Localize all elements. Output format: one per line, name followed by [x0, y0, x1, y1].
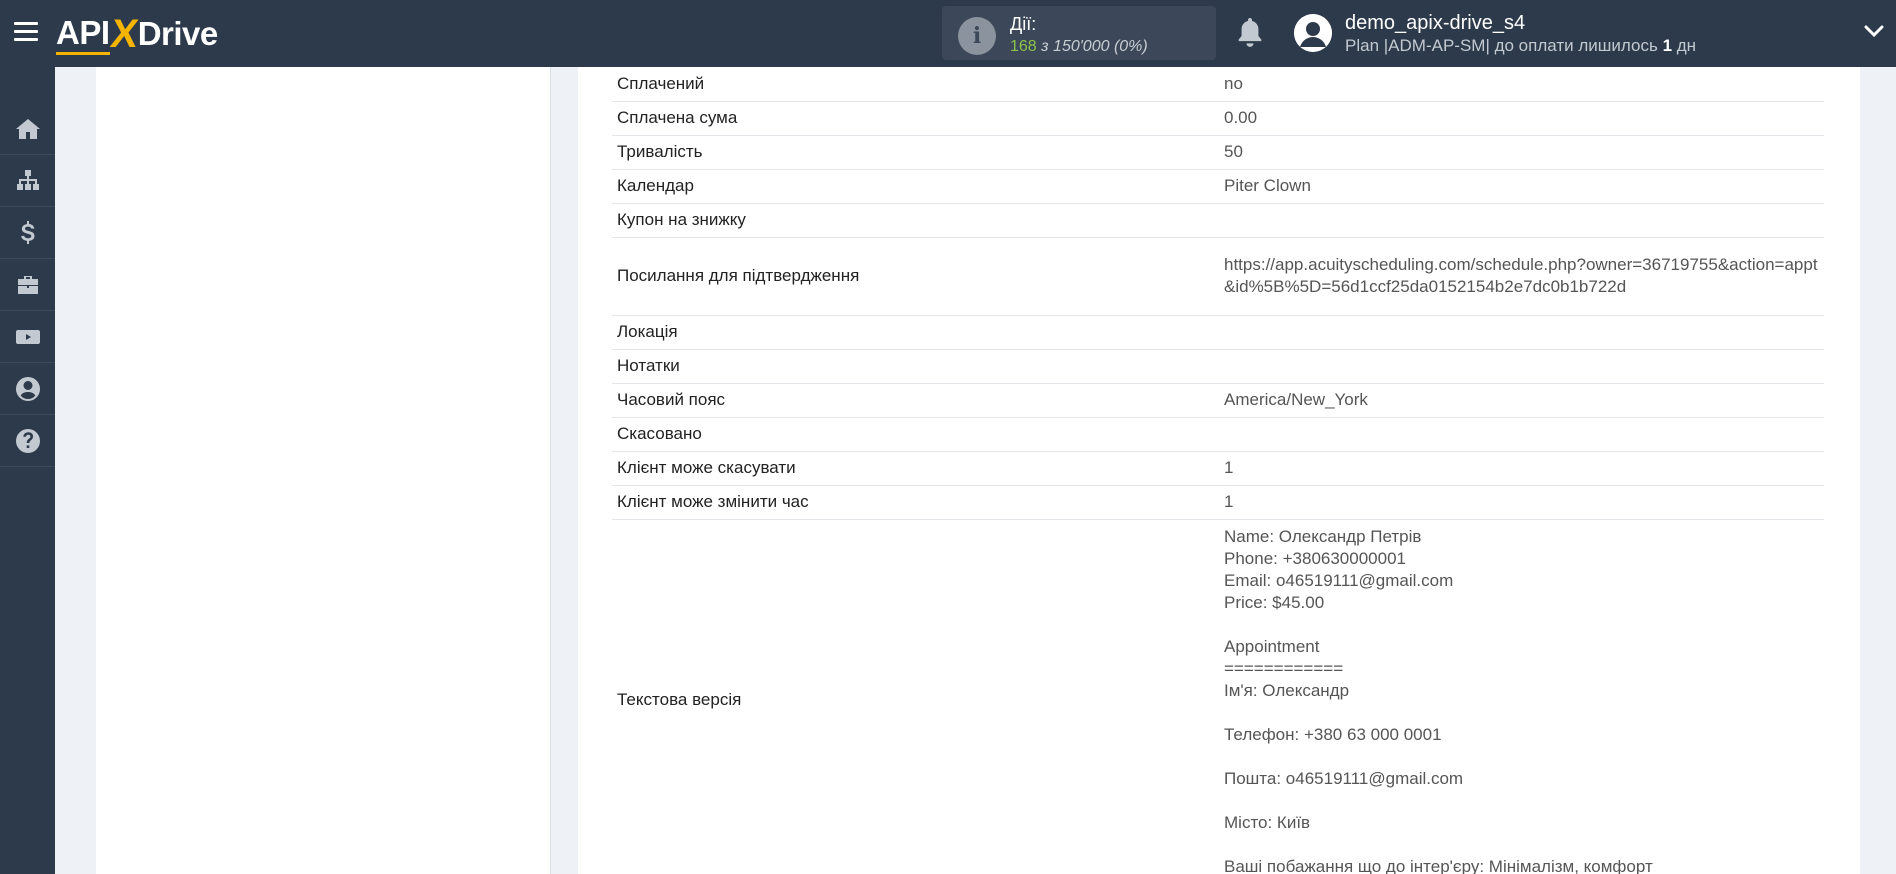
table-row: Тривалість 50 — [612, 135, 1824, 170]
chevron-down-icon[interactable] — [1864, 24, 1884, 38]
table-row: Посилання для підтвердження https://app.… — [612, 237, 1824, 316]
table-row: Скасовано — [612, 417, 1824, 452]
sidebar-item-services[interactable] — [0, 259, 55, 311]
field-value: no — [1218, 67, 1824, 102]
table-row: Сплачений no — [612, 67, 1824, 102]
field-key: Скасовано — [612, 417, 1218, 452]
field-key: Сплачена сума — [612, 101, 1218, 136]
sidebar-item-connections[interactable] — [0, 155, 55, 207]
field-key: Текстова версія — [612, 519, 1218, 874]
field-value — [1218, 315, 1824, 350]
field-key: Клієнт може змінити час — [612, 485, 1218, 520]
sidebar-item-profile[interactable] — [0, 363, 55, 415]
youtube-icon — [15, 329, 40, 344]
info-icon: i — [958, 17, 996, 55]
avatar[interactable] — [1294, 14, 1332, 52]
table-row: Текстова версія Name: Олександр Петрів P… — [612, 519, 1824, 874]
actions-count: 168 з 150'000 (0%) — [1010, 38, 1148, 55]
field-value: 0.00 — [1218, 101, 1824, 136]
sidebar-item-help[interactable] — [0, 415, 55, 467]
apix-drive-logo[interactable]: API X Drive — [56, 12, 218, 56]
field-key: Календар — [612, 169, 1218, 204]
menu-icon[interactable] — [14, 22, 38, 42]
data-table: Сплачений no Сплачена сума 0.00 Триваліс… — [612, 67, 1824, 874]
field-key: Купон на знижку — [612, 203, 1218, 238]
field-value: 1 — [1218, 485, 1824, 520]
field-value: https://app.acuityscheduling.com/schedul… — [1218, 237, 1824, 316]
field-value: 50 — [1218, 135, 1824, 170]
table-row: Календар Piter Clown — [612, 169, 1824, 204]
field-value — [1218, 203, 1824, 238]
field-key: Локація — [612, 315, 1218, 350]
data-preview-card: Сплачений no Сплачена сума 0.00 Триваліс… — [578, 67, 1860, 874]
actions-counter: i Дії: 168 з 150'000 (0%) — [942, 6, 1216, 60]
plan-info: Plan |ADM-AP-SM| до оплати лишилось 1 дн — [1345, 36, 1697, 55]
user-icon — [15, 376, 40, 401]
sidebar-item-home[interactable] — [0, 103, 55, 155]
table-row: Локація — [612, 315, 1824, 350]
field-value — [1218, 349, 1824, 384]
field-value: America/New_York — [1218, 383, 1824, 418]
table-row: Клієнт може скасувати 1 — [612, 451, 1824, 486]
sidebar-item-billing[interactable] — [0, 207, 55, 259]
field-key: Сплачений — [612, 67, 1218, 102]
dollar-icon — [20, 220, 34, 244]
sitemap-icon — [16, 169, 39, 190]
table-row: Нотатки — [612, 349, 1824, 384]
field-key: Клієнт може скасувати — [612, 451, 1218, 486]
field-key: Тривалість — [612, 135, 1218, 170]
top-bar: API X Drive i Дії: 168 з 150'000 (0%) demo… — [0, 0, 1896, 67]
username[interactable]: demo_apix-drive_s4 — [1345, 12, 1525, 35]
table-row: Клієнт може змінити час 1 — [612, 485, 1824, 520]
table-row: Купон на знижку — [612, 203, 1824, 238]
home-icon — [15, 118, 40, 139]
briefcase-icon — [17, 275, 38, 294]
field-key: Часовий пояс — [612, 383, 1218, 418]
field-key: Посилання для підтвердження — [612, 237, 1218, 316]
field-value: Piter Clown — [1218, 169, 1824, 204]
field-value — [1218, 417, 1824, 452]
help-icon — [15, 428, 40, 453]
sidebar-item-video[interactable] — [0, 311, 55, 363]
left-panel — [96, 67, 551, 874]
field-value: 1 — [1218, 451, 1824, 486]
table-row: Часовий пояс America/New_York — [612, 383, 1824, 418]
bell-icon[interactable] — [1236, 18, 1264, 48]
field-key: Нотатки — [612, 349, 1218, 384]
table-row: Сплачена сума 0.00 — [612, 101, 1824, 136]
sidebar — [0, 67, 55, 874]
actions-label: Дії: — [1010, 14, 1037, 34]
field-value: Name: Олександр Петрів Phone: +380630000… — [1218, 519, 1824, 874]
